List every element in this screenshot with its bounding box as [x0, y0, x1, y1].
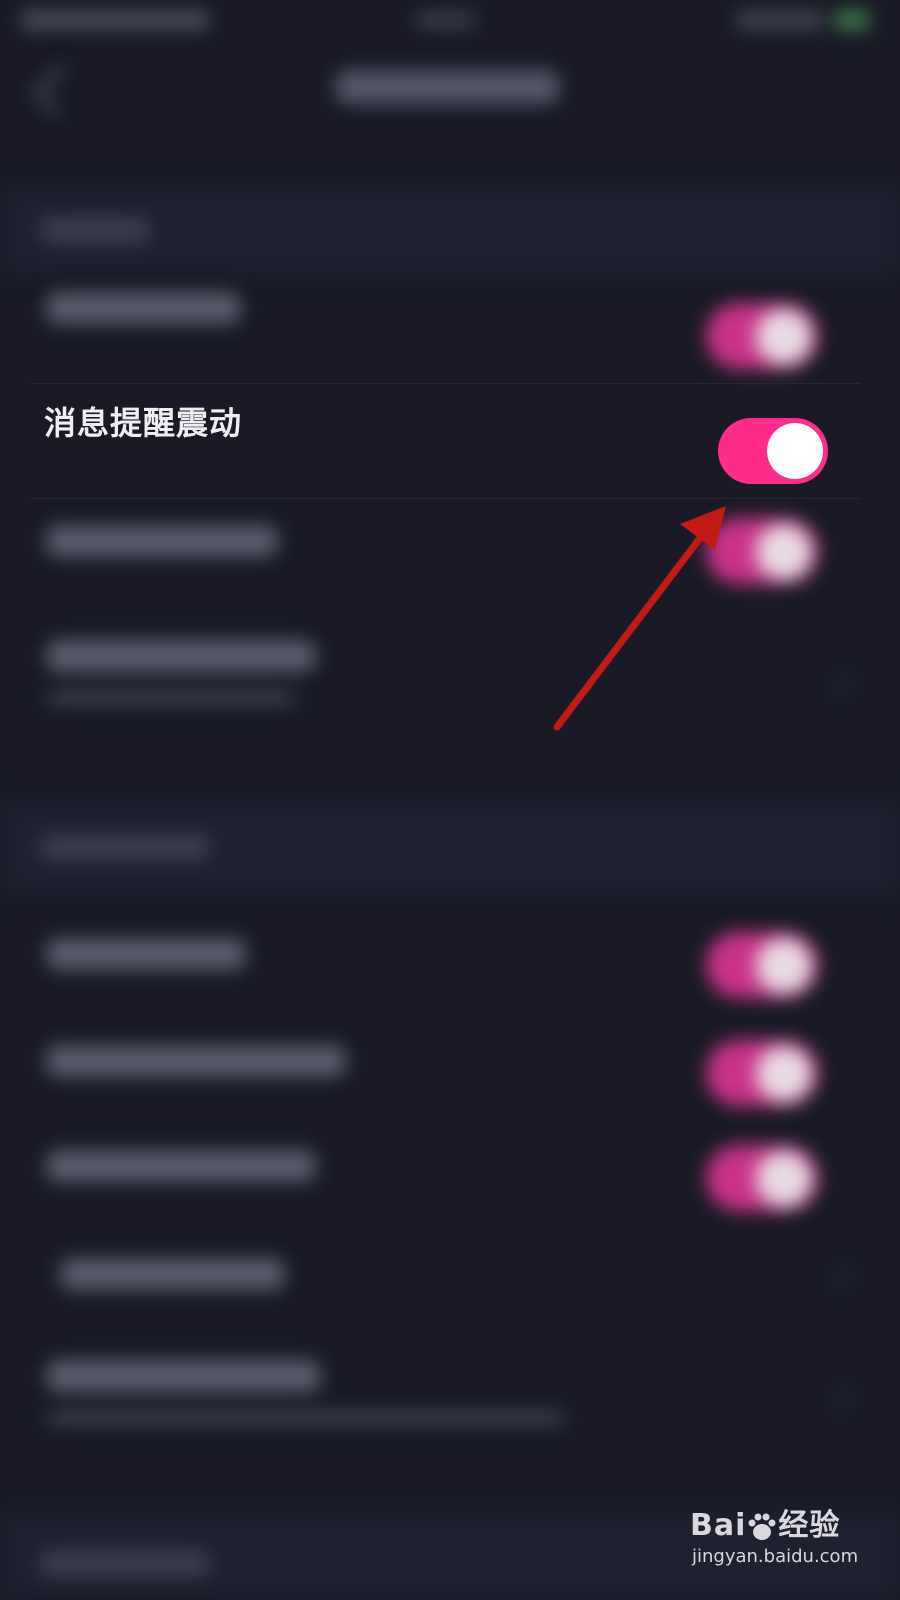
- watermark-url: jingyan.baidu.com: [692, 1546, 859, 1567]
- status-time-blurred: [20, 10, 210, 30]
- section-header-1: [0, 185, 900, 275]
- watermark-logo-prefix: Bai: [690, 1508, 747, 1543]
- row-label-blurred: [46, 640, 316, 672]
- chevron-right-icon: [826, 1386, 851, 1411]
- row-label-blurred: [46, 938, 246, 970]
- toggle-switch-blurred: [706, 303, 818, 369]
- toggle-switch-blurred: [706, 932, 818, 998]
- toggle-switch-blurred: [706, 1040, 818, 1106]
- toggle-switch-blurred: [706, 518, 818, 584]
- row-subtitle-blurred: [46, 1410, 566, 1426]
- watermark-logo-suffix: 经验: [778, 1508, 841, 1543]
- row-subtitle-blurred: [46, 690, 296, 706]
- row-label-blurred: [46, 292, 241, 324]
- status-center-blurred: [415, 12, 475, 28]
- back-arrow-icon[interactable]: [32, 64, 84, 116]
- watermark-logo: Bai 经验: [690, 1500, 840, 1544]
- row-label-blurred: [46, 1045, 346, 1077]
- battery-icon: [835, 10, 869, 30]
- row-label-blurred: [46, 1150, 316, 1182]
- toggle-knob: [767, 423, 823, 479]
- toggle-switch-blurred: [706, 1145, 818, 1211]
- section-header-2: [0, 800, 900, 895]
- divider: [30, 498, 860, 499]
- vibration-toggle[interactable]: [718, 418, 828, 484]
- status-indicators-blurred: [735, 10, 825, 30]
- status-bar: [0, 0, 900, 50]
- row-label-blurred: [46, 1360, 321, 1392]
- row-label-blurred: [46, 525, 278, 557]
- section-title-blurred: [40, 1550, 210, 1576]
- section-title-blurred: [40, 834, 210, 860]
- page-title-blurred: [335, 70, 560, 104]
- baidu-paw-icon: [748, 1513, 776, 1540]
- chevron-right-icon: [826, 672, 851, 697]
- divider: [30, 383, 860, 384]
- chevron-right-icon: [826, 1264, 851, 1289]
- baidu-watermark: Bai 经验 jingyan.baidu.com: [690, 1500, 860, 1580]
- vibration-label: 消息提醒震动: [44, 404, 243, 442]
- section-title-blurred: [40, 217, 150, 243]
- row-label-blurred: [60, 1258, 285, 1290]
